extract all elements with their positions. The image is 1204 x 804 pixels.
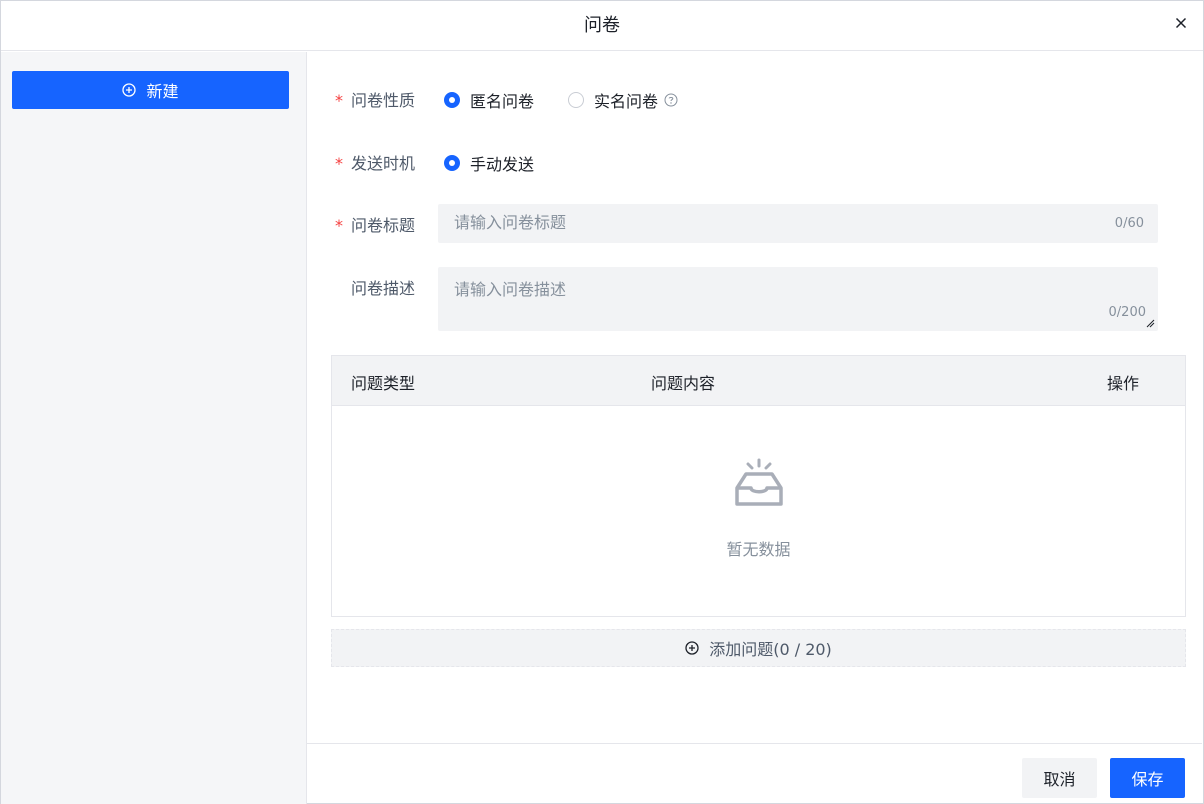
radio-real-name[interactable]: 实名问卷 [568,88,678,112]
timing-radio-group: 手动发送 [444,151,568,175]
radio-checked-icon [444,92,460,108]
column-header: 操作 [1107,374,1140,393]
add-question-button[interactable]: 添加问题(0 / 20) [331,629,1186,667]
column-header: 问题类型 [351,374,416,393]
desc-textarea[interactable] [454,276,1094,320]
table-header: 问题类型 问题内容 操作 [332,356,1185,406]
dialog-header: 问卷 [1,1,1203,51]
close-icon [1175,17,1187,29]
sidebar: 新建 [1,52,307,804]
title-input-wrapper: 0/60 [438,204,1158,243]
new-button[interactable]: 新建 [12,71,289,109]
column-header: 问题内容 [651,374,716,393]
title-input[interactable] [454,213,1094,232]
dialog-title: 问卷 [584,15,620,36]
radio-anonymous[interactable]: 匿名问卷 [444,88,534,112]
plus-circle-icon [122,83,137,97]
desc-label: 问卷描述 [351,279,416,298]
empty-text: 暂无数据 [726,540,791,559]
desc-textarea-wrapper: 0/200 [438,267,1158,331]
help-icon[interactable] [664,93,678,107]
question-table: 问题类型 问题内容 操作 暂无数据 [331,355,1186,617]
required-mark: * [335,91,343,110]
empty-inbox-icon [735,458,783,506]
cancel-button[interactable]: 取消 [1022,758,1097,798]
close-button[interactable] [1173,15,1189,31]
resize-handle-icon[interactable] [1145,318,1155,328]
plus-circle-icon [685,641,699,655]
required-mark: * [335,216,343,235]
nature-radio-group: 匿名问卷 实名问卷 [444,88,678,112]
main-form: *问卷性质 匿名问卷 实名问卷 *发送时机 手动发送 *问卷标题 0/ [307,51,1202,743]
radio-checked-icon [444,155,460,171]
add-question-label: 添加问题(0 / 20) [709,640,832,659]
timing-label: * 发送时机 [335,154,416,173]
radio-unchecked-icon [568,92,585,108]
nature-label: * 问卷性质 [335,91,416,110]
new-button-label: 新建 [146,82,179,101]
title-label: * 问卷标题 [335,216,416,235]
dialog-footer: 取消 保存 [307,743,1202,803]
title-counter: 0/60 [1114,216,1144,231]
radio-manual-send[interactable]: 手动发送 [444,151,534,175]
save-button[interactable]: 保存 [1110,758,1185,798]
empty-state: 暂无数据 [332,406,1185,616]
required-mark: * [335,154,343,173]
desc-counter: 0/200 [1108,305,1146,320]
